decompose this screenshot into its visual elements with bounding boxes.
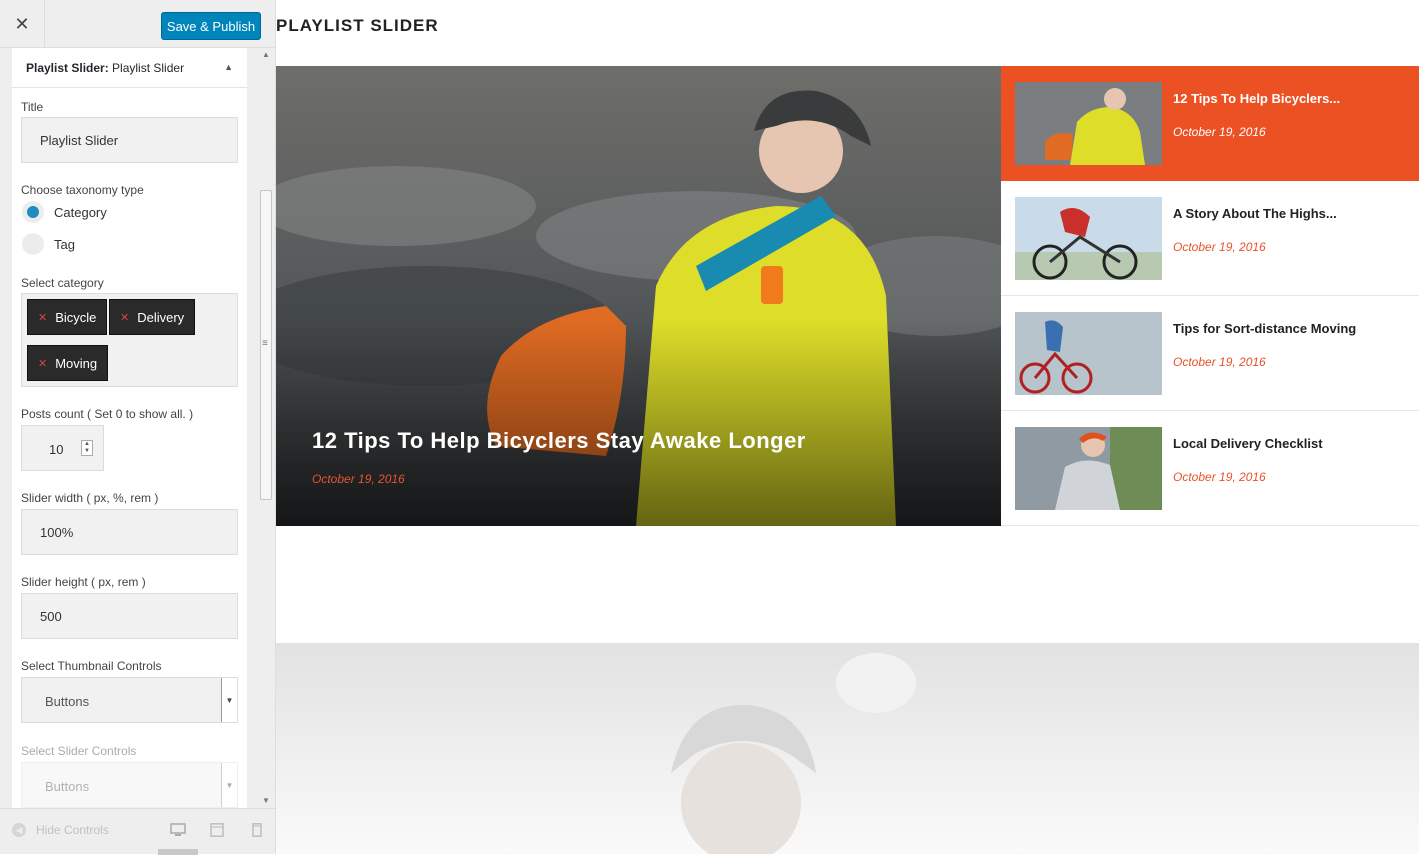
slider-controls-label: Select Slider Controls	[21, 744, 137, 758]
category-tag-label: Bicycle	[55, 309, 97, 325]
category-tag-label: Delivery	[137, 309, 185, 325]
category-tag-label: Moving	[55, 355, 98, 371]
slider-controls-select[interactable]: Buttons ▼	[21, 762, 238, 808]
collapse-arrow-icon[interactable]: ▲	[224, 62, 233, 72]
hero-slide[interactable]: 12 Tips To Help Bicyclers Stay Awake Lon…	[276, 66, 1001, 526]
category-tag[interactable]: ✕ Moving	[27, 345, 109, 381]
category-label: Select category	[21, 276, 104, 290]
footer-handle	[158, 849, 198, 855]
section-title: PLAYLIST SLIDER	[276, 16, 439, 35]
panel-scrollbar[interactable]: ▲ ≡ ▼	[258, 48, 275, 808]
thumb-controls-select[interactable]: Buttons ▼	[21, 677, 238, 723]
widget-prefix: Playlist Slider:	[26, 61, 109, 75]
slider-width-label: Slider width ( px, %, rem )	[21, 491, 159, 505]
widget-header[interactable]: Playlist Slider: Playlist Slider ▲	[12, 48, 247, 88]
hero-title[interactable]: 12 Tips To Help Bicyclers Stay Awake Lon…	[312, 428, 806, 454]
remove-icon[interactable]: ✕	[38, 357, 47, 370]
playlist-thumbnail	[1015, 82, 1162, 165]
playlist-item-title: A Story About The Highs...	[1173, 206, 1337, 221]
playlist-thumbnail	[1015, 197, 1162, 280]
slider-controls-value: Buttons	[45, 779, 90, 794]
site-preview: PLAYLIST SLIDER 12 Tips To Help Bicycler…	[276, 0, 1419, 854]
category-tag[interactable]: ✕ Bicycle	[27, 299, 108, 335]
playlist-item[interactable]: Local Delivery Checklist October 19, 201…	[1001, 411, 1419, 526]
playlist-item-title: Local Delivery Checklist	[1173, 436, 1323, 451]
chevron-down-icon[interactable]: ▼	[221, 763, 237, 807]
playlist-item-title: 12 Tips To Help Bicyclers...	[1173, 91, 1341, 106]
slider-height-label: Slider height ( px, rem )	[21, 575, 146, 589]
radio-tag-label: Tag	[54, 236, 75, 252]
remove-icon[interactable]: ✕	[38, 311, 47, 324]
playlist-item[interactable]: Tips for Sort-distance Moving October 19…	[1001, 296, 1419, 411]
posts-count-value: 10	[49, 442, 64, 457]
playlist-item-date: October 19, 2016	[1173, 355, 1266, 369]
taxonomy-label: Choose taxonomy type	[21, 183, 144, 197]
tablet-icon[interactable]	[209, 823, 225, 837]
chevron-down-icon[interactable]: ▼	[221, 678, 237, 722]
radio-tag[interactable]: Tag	[22, 233, 75, 255]
radio-category[interactable]: Category	[22, 201, 107, 223]
close-icon: ✕	[14, 13, 30, 34]
thumb-controls-value: Buttons	[45, 694, 90, 709]
widget-name: Playlist Slider	[112, 61, 185, 75]
desktop-icon[interactable]	[170, 823, 186, 837]
playlist-item[interactable]: A Story About The Highs... October 19, 2…	[1001, 181, 1419, 296]
scroll-down-icon[interactable]: ▼	[262, 796, 270, 805]
category-tag[interactable]: ✕ Delivery	[109, 299, 196, 335]
radio-button[interactable]	[22, 233, 44, 255]
playlist-item-date: October 19, 2016	[1173, 240, 1266, 254]
panel-footer: ◀ Hide Controls	[0, 808, 275, 855]
mobile-icon[interactable]	[249, 823, 265, 837]
hide-controls-button[interactable]: ◀ Hide Controls	[12, 823, 109, 837]
remove-icon[interactable]: ✕	[120, 311, 129, 324]
category-select[interactable]: ✕ Bicycle ✕ Delivery ✕ Moving	[21, 293, 238, 387]
faded-background-image	[276, 643, 1419, 854]
playlist-item-date: October 19, 2016	[1173, 125, 1266, 139]
hide-controls-label: Hide Controls	[36, 823, 109, 837]
thumb-controls-label: Select Thumbnail Controls	[21, 659, 162, 673]
playlist: 12 Tips To Help Bicyclers... October 19,…	[1001, 66, 1419, 526]
close-button[interactable]: ✕	[0, 0, 45, 48]
widget-scroll-area: Playlist Slider: Playlist Slider ▲ Title…	[0, 48, 258, 808]
radio-category-label: Category	[54, 204, 107, 220]
slider-height-input[interactable]: 500	[21, 593, 238, 639]
background-section	[276, 643, 1419, 854]
stepper-arrows-icon[interactable]: ▲ ▼	[81, 440, 93, 456]
hero-image	[276, 66, 1001, 526]
hero-date: October 19, 2016	[312, 472, 405, 486]
slider-width-input[interactable]: 100%	[21, 509, 238, 555]
customizer-panel: ✕ Save & Publish Playlist Slider: Playli…	[0, 0, 276, 855]
playlist-thumbnail	[1015, 427, 1162, 510]
playlist-item-date: October 19, 2016	[1173, 470, 1266, 484]
posts-count-stepper[interactable]: 10 ▲ ▼	[21, 425, 104, 471]
scroll-up-icon[interactable]: ▲	[262, 50, 270, 59]
radio-button-selected[interactable]	[22, 201, 44, 223]
grip-icon: ≡	[262, 338, 268, 349]
posts-count-label: Posts count ( Set 0 to show all. )	[21, 407, 194, 421]
playlist-item[interactable]: 12 Tips To Help Bicyclers... October 19,…	[1001, 66, 1419, 181]
playlist-item-title: Tips for Sort-distance Moving	[1173, 321, 1357, 336]
widget-form: Title Playlist Slider Choose taxonomy ty…	[12, 88, 247, 808]
panel-header: ✕ Save & Publish	[0, 0, 275, 48]
playlist-thumbnail	[1015, 312, 1162, 395]
save-publish-button[interactable]: Save & Publish	[161, 12, 261, 40]
title-input[interactable]: Playlist Slider	[21, 117, 238, 163]
collapse-icon: ◀	[12, 823, 26, 837]
title-label: Title	[21, 100, 44, 114]
